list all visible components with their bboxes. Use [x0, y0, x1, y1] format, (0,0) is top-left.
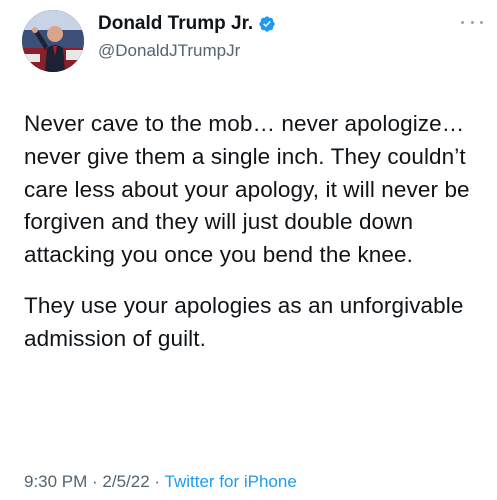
tweet-paragraph: Never cave to the mob… never apologize… …: [24, 111, 470, 268]
avatar[interactable]: [22, 10, 84, 72]
verified-badge-icon: [258, 15, 276, 33]
display-name[interactable]: Donald Trump Jr.: [98, 13, 253, 35]
meta-separator: ·: [149, 472, 165, 491]
more-dot: [461, 20, 464, 24]
name-row: Donald Trump Jr.: [98, 10, 418, 38]
user-handle[interactable]: @DonaldJTrumpJr: [98, 41, 418, 61]
more-horizontal-icon[interactable]: [461, 16, 483, 28]
more-dot: [470, 20, 474, 24]
tweet-card: Donald Trump Jr. @DonaldJTrumpJr Never c…: [0, 0, 497, 500]
tweet-meta: 9:30 PM · 2/5/22 · Twitter for iPhone: [24, 472, 297, 492]
tweet-date[interactable]: 2/5/22: [102, 472, 149, 491]
meta-separator: ·: [87, 472, 103, 491]
tweet-text: Never cave to the mob… never apologize… …: [24, 108, 490, 356]
tweet-source-link[interactable]: Twitter for iPhone: [165, 472, 297, 491]
more-dot: [480, 20, 483, 24]
tweet-paragraph: They use your apologies as an unforgivab…: [24, 292, 464, 351]
avatar-image: [22, 10, 84, 72]
tweet-header: Donald Trump Jr. @DonaldJTrumpJr: [98, 10, 418, 61]
tweet-time[interactable]: 9:30 PM: [24, 472, 87, 491]
